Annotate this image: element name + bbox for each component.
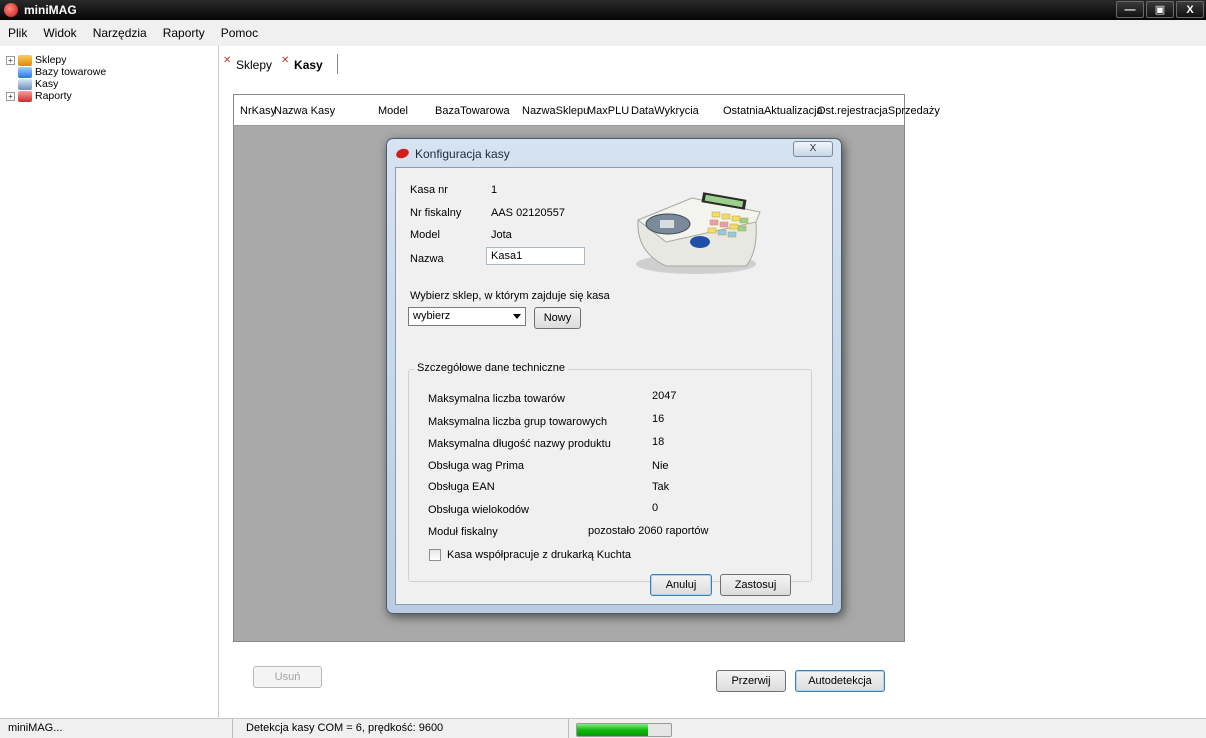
detail-value: 16 [652,413,665,425]
table-header: Nr Kasy Nazwa Kasy Model Baza Towarowa Naz… [234,95,940,126]
tree-item-label: Sklepy [35,54,67,66]
shop-select-value: wybierz [413,310,451,322]
new-shop-button[interactable]: Nowy [534,307,581,329]
kasa-nr-label: Kasa nr [410,184,448,196]
status-app: miniMAG... [8,722,63,734]
detail-value: 0 [652,502,659,514]
detail-label: Moduł fiskalny [428,526,498,538]
window-title: miniMAG [24,3,77,17]
autodetect-button[interactable]: Autodetekcja [795,670,885,692]
model-value: Jota [491,229,512,241]
app-logo-icon [4,3,18,17]
detail-label: Maksymalna liczba grup towarowych [428,416,608,428]
tab-sklepy[interactable]: ✕ Sklepy [220,54,279,74]
tab-label: Kasy [294,58,323,72]
detail-label: Obsługa EAN [428,481,495,493]
detail-label: Obsługa wag Prima [428,460,524,472]
tab-kasy[interactable]: ✕ Kasy [278,54,338,74]
column-header-data-wykrycia[interactable]: Data Wykrycia [627,97,699,124]
window-controls: — ▣ X [1116,1,1204,18]
dialog-close-button[interactable]: X [793,141,833,157]
tab-label: Sklepy [236,58,273,72]
nazwa-label: Nazwa [410,253,444,265]
column-header-model[interactable]: Model [374,97,408,124]
column-header-sklep[interactable]: Nazwa Sklepu [518,97,589,124]
nazwa-input[interactable]: Kasa1 [486,247,585,265]
nr-fiskalny-label: Nr fiskalny [410,207,462,219]
shop-icon [18,54,32,66]
detail-value: pozostało 2060 raportów [588,525,709,537]
minimize-button[interactable]: — [1116,1,1144,18]
cancel-button[interactable]: Anuluj [650,574,712,596]
panel-divider[interactable] [218,46,219,718]
progress-fill [577,724,648,736]
detail-label: Obsługa wielokodów [428,504,529,516]
shop-select[interactable]: wybierz [408,307,526,326]
tree-item-raporty[interactable]: + Raporty [6,90,216,102]
tab-strip: ✕ Sklepy ✕ Kasy [220,52,338,74]
tree-item-kasy[interactable]: Kasy [6,78,216,90]
tree-item-label: Kasy [35,78,59,90]
apply-button[interactable]: Zastosuj [720,574,791,596]
tree-item-label: Raporty [35,90,72,102]
configure-register-dialog: Konfiguracja kasy X Kasa nr 1 Nr fiskaln… [386,138,842,614]
dialog-title: Konfiguracja kasy [415,147,510,161]
menu-narzedzia[interactable]: Narzędzia [85,26,155,40]
menu-bar: Plik Widok Narzędzia Raporty Pomoc [0,20,1206,46]
kasa-nr-value: 1 [491,184,498,196]
chevron-down-icon [513,314,521,319]
cash-register-icon [18,78,32,90]
column-header-nazwa-kasy[interactable]: Nazwa Kasy [270,97,335,124]
menu-raporty[interactable]: Raporty [155,26,213,40]
detail-label: Maksymalna długość nazwy produktu [428,438,611,450]
close-tab-icon[interactable]: ✕ [281,55,289,66]
status-divider [232,719,233,738]
model-label: Model [410,229,440,241]
close-tab-icon[interactable]: ✕ [223,55,231,66]
nr-fiskalny-value: AAS 02120557 [491,207,566,219]
delete-button[interactable]: Usuń [253,666,322,688]
status-bar: miniMAG... Detekcja kasy COM = 6, prędko… [0,718,1206,738]
maximize-button[interactable]: ▣ [1146,1,1174,18]
column-header-baza[interactable]: Baza Towarowa [431,97,510,124]
tree-item-bazy-towarowe[interactable]: Bazy towarowe [6,66,216,78]
tree-item-sklepy[interactable]: + Sklepy [6,54,216,66]
menu-plik[interactable]: Plik [0,26,35,40]
column-header-ost-rejestracja[interactable]: Ost.rejestracja Sprzedaży [813,97,940,124]
tree-item-label: Bazy towarowe [35,66,107,78]
dialog-body: Kasa nr 1 Nr fiskalny AAS 02120557 Model… [395,167,833,605]
expand-icon[interactable]: + [6,55,15,65]
column-header-ostatnia-aktualizacja[interactable]: Ostatnia Aktualizacja [719,97,823,124]
app-logo-icon [394,147,411,160]
status-message: Detekcja kasy COM = 6, prędkość: 9600 [246,722,444,734]
detail-value: Nie [652,460,669,472]
menu-pomoc[interactable]: Pomoc [213,26,266,40]
status-divider [568,719,569,738]
navigation-tree: + Sklepy Bazy towarowe Kasy + Raporty [6,54,216,718]
close-window-button[interactable]: X [1176,1,1204,18]
detail-value: Tak [652,481,670,493]
cash-register-image [636,192,761,274]
stop-button[interactable]: Przerwij [716,670,786,692]
report-icon [18,90,32,102]
detail-value: 2047 [652,390,677,402]
column-header-max-plu[interactable]: Max PLU [583,97,629,124]
detection-progress-bar [576,723,672,737]
kuchta-printer-checkbox[interactable] [429,549,441,561]
kuchta-printer-label: Kasa współpracuje z drukarką Kuchta [447,549,632,561]
database-icon [18,66,32,78]
menu-widok[interactable]: Widok [35,26,84,40]
detail-value: 18 [652,436,665,448]
expand-icon[interactable]: + [6,91,15,101]
detail-label: Maksymalna liczba towarów [428,393,565,405]
title-bar: miniMAG — ▣ X [0,0,1206,20]
technical-details-title: Szczegółowe dane techniczne [414,362,568,374]
shop-prompt: Wybierz sklep, w którym zajduje się kasa [410,290,610,302]
